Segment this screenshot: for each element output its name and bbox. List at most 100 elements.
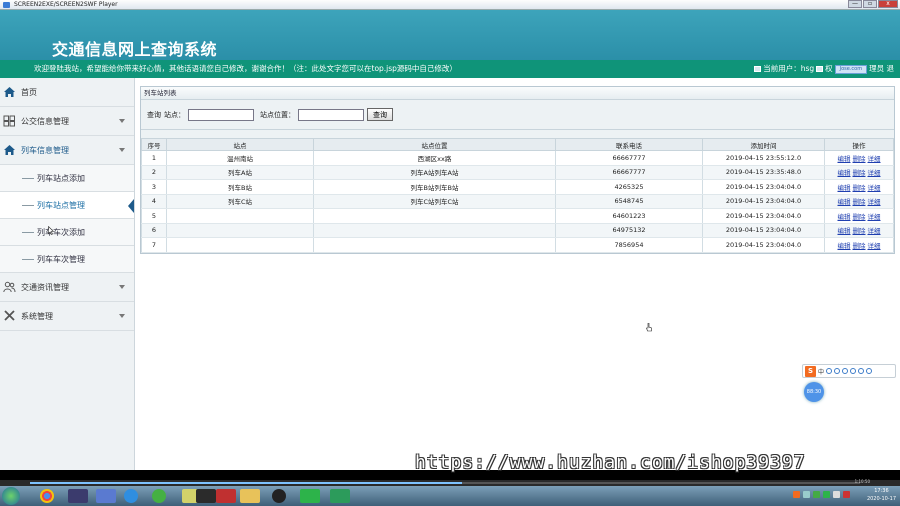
location-cell: 西湖区xx路 <box>313 150 556 166</box>
row-number: 2 <box>141 165 167 180</box>
ime-mode-label[interactable]: 中 <box>818 367 824 376</box>
wechat-icon[interactable] <box>300 489 320 503</box>
logout-link[interactable]: 理员 退 <box>869 60 894 78</box>
home-icon <box>4 145 15 155</box>
media-icon[interactable] <box>68 489 88 503</box>
sidebar-item-home[interactable]: 首页 <box>0 78 134 107</box>
maximize-button[interactable]: ▫ <box>863 0 877 8</box>
detail-link[interactable]: 详细 <box>868 155 881 163</box>
minimize-button[interactable]: — <box>848 0 862 8</box>
station-cell: 列车A站 <box>166 165 314 180</box>
delete-link[interactable]: 删除 <box>853 242 866 250</box>
time-cell: 2019-04-15 23:04:04.0 <box>702 237 825 253</box>
time-cell: 2019-04-15 23:04:04.0 <box>702 179 825 195</box>
sogou-tray-icon[interactable] <box>793 491 800 498</box>
delete-link[interactable]: 删除 <box>853 213 866 221</box>
user-icon <box>754 66 762 72</box>
start-button[interactable] <box>2 487 20 505</box>
network-icon[interactable] <box>803 491 810 498</box>
detail-link[interactable]: 详细 <box>868 184 881 192</box>
arrow-cursor-icon <box>48 226 54 235</box>
station-search-input[interactable] <box>188 108 254 121</box>
delete-link[interactable]: 删除 <box>853 155 866 163</box>
location-cell: 列车C站列车C站 <box>313 194 556 209</box>
station-cell <box>166 208 314 224</box>
column-header: 站点 <box>166 138 314 151</box>
qq-penguin-icon[interactable] <box>272 489 286 503</box>
skin-icon[interactable] <box>858 368 865 374</box>
sidebar-item-bus[interactable]: 公交信息管理 <box>0 107 134 136</box>
recorder-icon[interactable] <box>330 489 350 503</box>
edit-link[interactable]: 编辑 <box>838 198 851 206</box>
station-cell <box>166 237 314 253</box>
player-title-bar: SCREEN2EXE/SCREEN2SWF Player — ▫ x <box>0 0 900 10</box>
flag-icon[interactable] <box>843 491 850 498</box>
app-icon-blue[interactable] <box>96 489 116 503</box>
green-app-icon[interactable] <box>152 489 166 503</box>
sidebar-item-label: 首页 <box>21 88 37 97</box>
sidebar-item-system[interactable]: 系统管理 <box>0 302 134 331</box>
location-search-input[interactable] <box>298 108 364 121</box>
sidebar-item-news[interactable]: 交通资讯管理 <box>0 273 134 302</box>
grid-icon <box>3 115 15 127</box>
phone-cell: 66667777 <box>555 165 703 180</box>
toolbox-icon[interactable] <box>866 368 873 374</box>
shield-icon[interactable] <box>813 491 820 498</box>
station-cell: 温州南站 <box>166 150 314 166</box>
terminal-icon[interactable] <box>196 489 216 503</box>
marquee-text: 欢迎登陆我站，希望能给你带来好心情，其他话语请您自己修改，谢谢合作！（注：此处文… <box>34 64 457 73</box>
keyboard-icon[interactable] <box>850 368 857 374</box>
chrome-icon[interactable] <box>40 489 54 503</box>
edit-link[interactable]: 编辑 <box>838 242 851 250</box>
punctuation-icon[interactable] <box>826 368 833 374</box>
sogou-logo-icon: S <box>805 365 816 377</box>
window-controls: — ▫ x <box>848 0 898 9</box>
edit-link[interactable]: 编辑 <box>838 155 851 163</box>
detail-link[interactable]: 详细 <box>868 198 881 206</box>
edit-link[interactable]: 编辑 <box>838 184 851 192</box>
time-cell: 2019-04-15 23:35:48.0 <box>702 165 825 180</box>
detail-link[interactable]: 详细 <box>868 227 881 235</box>
phone-cell: 64975132 <box>555 223 703 238</box>
detail-link[interactable]: 详细 <box>868 213 881 221</box>
edit-link[interactable]: 编辑 <box>838 213 851 221</box>
chat-tray-icon[interactable] <box>823 491 830 498</box>
folder-icon[interactable] <box>240 489 260 503</box>
detail-link[interactable]: 详细 <box>868 169 881 177</box>
qq-browser-icon[interactable] <box>124 489 138 503</box>
marquee-bar: 欢迎登陆我站，希望能给你带来好心情，其他话语请您自己修改，谢谢合作！（注：此处文… <box>0 60 900 78</box>
phone-cell: 4265325 <box>555 179 703 195</box>
emoji-icon[interactable] <box>834 368 841 374</box>
row-number: 3 <box>141 179 167 195</box>
clock[interactable]: 17:36 2020-10-17 <box>867 487 896 505</box>
voice-icon[interactable] <box>842 368 849 374</box>
subnav-station-manage[interactable]: 列车站点管理 <box>0 192 134 219</box>
delete-link[interactable]: 删除 <box>853 169 866 177</box>
detail-link[interactable]: 详细 <box>868 242 881 250</box>
subnav-train-add[interactable]: 列车车次添加 <box>0 219 134 246</box>
volume-icon[interactable] <box>833 491 840 498</box>
station-list-panel: 列车站列表 查询 站点： 站点位置： 查询 序号 站点 站点位置 联系电话 添加… <box>140 86 895 254</box>
subnav-label: 列车车次管理 <box>37 255 85 264</box>
table-row: 2 列车A站 列车A站列车A站 66667777 2019-04-15 23:35:48… <box>141 165 894 180</box>
location-cell <box>313 223 556 238</box>
sidebar: 首页 公交信息管理 列车信息管理 列车站点添加 列车站点管理 列车车次添加 列车… <box>0 78 135 470</box>
ime-toolbar[interactable]: S 中 <box>802 364 896 378</box>
close-button[interactable]: x <box>878 0 898 8</box>
column-header: 操作 <box>824 138 894 151</box>
table-row: 3 列车B站 列车B站列车B站 4265325 2019-04-15 23:04:04.… <box>141 179 894 195</box>
sidebar-item-train[interactable]: 列车信息管理 <box>0 136 134 165</box>
flash-icon[interactable] <box>216 489 236 503</box>
delete-link[interactable]: 删除 <box>853 198 866 206</box>
edit-link[interactable]: 编辑 <box>838 227 851 235</box>
ops-cell: 编辑 删除 详细 <box>824 223 894 238</box>
edit-link[interactable]: 编辑 <box>838 169 851 177</box>
float-ball[interactable]: 88:30 <box>804 382 824 402</box>
search-button[interactable]: 查询 <box>367 108 393 121</box>
delete-link[interactable]: 删除 <box>853 227 866 235</box>
search-form: 查询 站点： 站点位置： 查询 <box>141 100 894 130</box>
subnav-station-add[interactable]: 列车站点添加 <box>0 165 134 192</box>
delete-link[interactable]: 删除 <box>853 184 866 192</box>
player-app-icon <box>3 2 10 8</box>
subnav-train-manage[interactable]: 列车车次管理 <box>0 246 134 273</box>
